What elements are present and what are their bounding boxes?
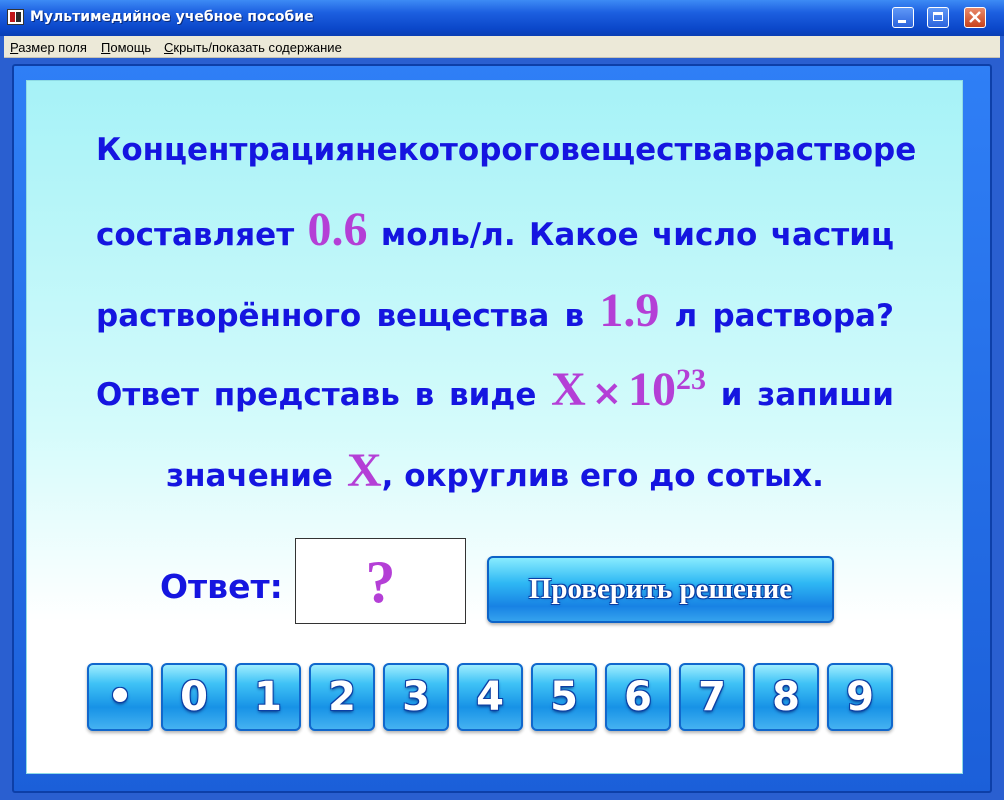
question-word: представь	[213, 377, 400, 413]
key-4[interactable]: 4	[457, 663, 523, 731]
variable-x: X	[346, 444, 382, 497]
question-line-4: Ответ представь в виде X × 1023 и запиши	[96, 363, 894, 415]
key-6[interactable]: 6	[605, 663, 671, 731]
question-word: число	[651, 217, 758, 253]
question-word: Концентрация	[96, 132, 356, 168]
title-bar[interactable]: Мультимедийное учебное пособие	[0, 0, 1004, 36]
key-5[interactable]: 5	[531, 663, 597, 731]
menu-item-toggle-contents[interactable]: Скрыть/показать содержание	[164, 40, 342, 55]
question-line-5: значение X, округлив его до сотых.	[96, 444, 894, 497]
formula-variable: X	[551, 363, 586, 416]
question-word: растворённого	[96, 298, 362, 334]
question-word: раствора?	[712, 298, 894, 334]
question-word: виде	[448, 377, 537, 413]
question-phrase: , округлив его до сотых.	[381, 458, 824, 494]
maximize-icon	[933, 12, 943, 21]
question-word: значение	[166, 458, 333, 494]
menu-item-mnemonic: П	[101, 40, 111, 55]
key-7[interactable]: 7	[679, 663, 745, 731]
question-line-3: растворённого вещества в 1.9 л раствора?	[96, 284, 894, 337]
question-word: моль/л.	[380, 217, 516, 253]
question-word: растворе	[752, 132, 917, 168]
question-word: в	[564, 298, 585, 334]
app-window: Мультимедийное учебное пособие Размер по…	[0, 0, 1004, 800]
question-word: частиц	[770, 217, 894, 253]
concentration-value: 0.6	[307, 203, 368, 256]
key-0[interactable]: 0	[161, 663, 227, 731]
question-word: и	[720, 377, 743, 413]
menu-item-mnemonic: Р	[10, 40, 19, 55]
check-solution-button[interactable]: Проверить решение	[487, 556, 834, 623]
key-3[interactable]: 3	[383, 663, 449, 731]
maximize-button[interactable]	[927, 7, 949, 28]
question-word: в	[733, 132, 753, 168]
answer-label: Ответ:	[160, 567, 283, 606]
question-word: некоторого	[355, 132, 561, 168]
menu-item-label: крыть/показать содержание	[173, 40, 342, 55]
menu-item-mnemonic: С	[164, 40, 174, 55]
menu-item-help[interactable]: Помощь	[101, 40, 151, 55]
menu-item-label: азмер поля	[18, 40, 87, 55]
app-icon[interactable]	[7, 9, 24, 25]
question-word: Какое	[528, 217, 639, 253]
minimize-icon	[898, 20, 906, 23]
window-title: Мультимедийное учебное пособие	[30, 9, 314, 25]
key-decimal-point[interactable]: •	[87, 663, 153, 731]
question-word: Ответ	[96, 377, 199, 413]
menu-item-label: омощь	[110, 40, 152, 55]
question-line-2: составляет 0.6 моль/л. Какое число части…	[96, 203, 894, 256]
question-line-1: Концентрация некоторого вещества в раств…	[96, 130, 916, 170]
answer-input[interactable]: ?	[295, 538, 466, 624]
menu-bar: Размер поля Помощь Скрыть/показать содер…	[4, 36, 1000, 58]
formula-times-sign: ×	[591, 373, 622, 414]
close-button[interactable]	[964, 7, 986, 28]
question-word: в	[414, 377, 435, 413]
key-2[interactable]: 2	[309, 663, 375, 731]
question-word: вещества	[560, 132, 734, 168]
formula-base: 10	[627, 363, 676, 416]
question-word: вещества	[376, 298, 550, 334]
key-9[interactable]: 9	[827, 663, 893, 731]
question-word: составляет	[96, 217, 295, 253]
question-word: л	[674, 298, 698, 334]
minimize-button[interactable]	[892, 7, 914, 28]
formula-exponent: 23	[675, 363, 706, 396]
answer-format-formula: X × 1023	[551, 363, 706, 414]
question-word: запиши	[757, 377, 894, 413]
close-icon	[969, 11, 981, 23]
key-8[interactable]: 8	[753, 663, 819, 731]
volume-value: 1.9	[599, 284, 660, 337]
menu-item-field-size[interactable]: Размер поля	[10, 40, 87, 55]
key-1[interactable]: 1	[235, 663, 301, 731]
